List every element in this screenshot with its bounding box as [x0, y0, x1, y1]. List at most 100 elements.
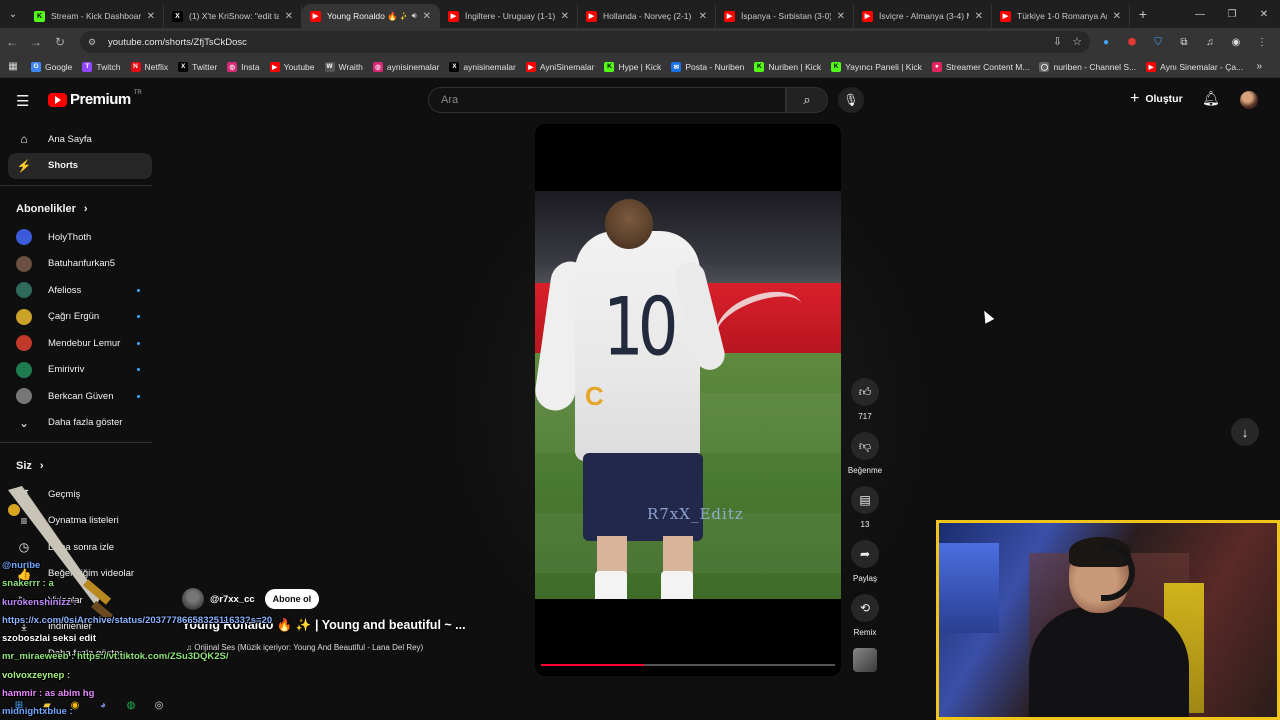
- subscription-item[interactable]: Berkcan Güven: [8, 383, 152, 410]
- restore-icon[interactable]: ❐: [1216, 0, 1248, 28]
- bookmark-item[interactable]: K Nuriben | Kick: [749, 61, 826, 72]
- browser-tab[interactable]: ▶ Türkiye 1-0 Romanya Ana ✕: [992, 4, 1130, 28]
- close-tab-icon[interactable]: ✕: [1113, 11, 1121, 22]
- bookmark-item[interactable]: K Hype | Kick: [599, 61, 666, 72]
- close-tab-icon[interactable]: ✕: [975, 11, 983, 22]
- remix-button[interactable]: ⟲: [851, 594, 879, 622]
- bookmark-item[interactable]: ✉ Posta - Nuriben: [666, 61, 749, 72]
- video-progress-bar[interactable]: [541, 664, 835, 666]
- comment-count: 13: [860, 520, 870, 529]
- extension-icon[interactable]: ●: [1100, 36, 1112, 48]
- reload-icon[interactable]: ↻: [48, 28, 72, 56]
- voice-search-button[interactable]: 🎙: [838, 87, 864, 113]
- next-short-button[interactable]: ↓: [1231, 418, 1259, 446]
- browser-tab[interactable]: ▶ İngiltere - Uruguay (1-1) Ma ✕: [440, 4, 578, 28]
- bookmark-item[interactable]: ◎ Insta: [222, 61, 264, 72]
- bookmark-item[interactable]: X Twitter: [173, 61, 222, 72]
- hamburger-menu-icon[interactable]: ☰: [16, 92, 29, 110]
- close-window-icon[interactable]: ✕: [1248, 0, 1280, 28]
- subscription-item[interactable]: Afelioss: [8, 277, 152, 304]
- site-info-icon[interactable]: ⚙: [88, 37, 102, 48]
- bookmark-item[interactable]: N Netflix: [126, 61, 174, 72]
- bookmark-label: Netflix: [144, 61, 169, 72]
- close-tab-icon[interactable]: ✕: [423, 11, 431, 22]
- close-tab-icon[interactable]: ✕: [837, 11, 845, 22]
- bookmark-item[interactable]: G Google: [26, 61, 77, 72]
- wraith-icon: W: [324, 61, 335, 72]
- subscription-item[interactable]: Çağrı Ergün: [8, 304, 152, 331]
- speaker-icon[interactable]: 🔊︎: [412, 11, 417, 21]
- you-header[interactable]: Siz ›: [8, 451, 152, 481]
- sidebar-item-shorts[interactable]: ⚡ Shorts: [8, 152, 152, 179]
- thumbs-up-icon: 👍︎: [858, 384, 872, 399]
- tab-search-icon[interactable]: ⌄: [0, 0, 26, 28]
- browser-tab[interactable]: ▶ Hollanda - Norveç (2-1) Maç ✕: [578, 4, 716, 28]
- sound-thumbnail[interactable]: [853, 648, 877, 672]
- profile-icon[interactable]: ◉: [1230, 36, 1242, 48]
- bookmark-item[interactable]: ▶ Youtube: [265, 61, 320, 72]
- chevron-right-icon[interactable]: »: [1256, 61, 1262, 72]
- new-content-dot: [137, 341, 140, 345]
- subscriptions-header[interactable]: Abonelikler ›: [8, 194, 152, 224]
- progress-fill: [541, 664, 644, 666]
- bookmark-item[interactable]: ◎ aynisinemalar: [368, 61, 444, 72]
- bookmark-item[interactable]: Xaynisinemalar: [444, 61, 520, 72]
- browser-tab[interactable]: ▶ İsviçre - Almanya (3-4) Maç ✕: [854, 4, 992, 28]
- x-icon: X: [449, 61, 460, 72]
- search-input[interactable]: Ara: [428, 87, 786, 113]
- extension-icon[interactable]: ⬢: [1126, 36, 1138, 48]
- bookmark-item[interactable]: ● Streamer Content M...: [927, 61, 1035, 72]
- avatar[interactable]: [1240, 91, 1258, 109]
- browser-tab[interactable]: K Stream - Kick Dashboard ✕: [26, 4, 164, 28]
- bookmark-star-icon[interactable]: ☆: [1072, 35, 1082, 48]
- discord-icon[interactable]: ◕: [94, 696, 112, 714]
- search-button[interactable]: ⌕: [786, 87, 828, 113]
- bookmark-item[interactable]: ◯ nuriben - Channel S...: [1034, 61, 1141, 72]
- media-control-icon[interactable]: ♫: [1204, 36, 1216, 48]
- subscription-item[interactable]: Mendebur Lemur: [8, 330, 152, 357]
- new-tab-button[interactable]: +: [1130, 6, 1156, 22]
- bookmark-item[interactable]: K Yayıncı Paneli | Kick: [826, 61, 927, 72]
- back-icon[interactable]: ←: [0, 28, 24, 56]
- bookmark-item[interactable]: T Twitch: [77, 61, 125, 72]
- video-frame[interactable]: 10 C R7xX_Editz: [535, 191, 841, 599]
- browser-tab[interactable]: X (1) X'te KriSnow: "edit tay ✕: [164, 4, 302, 28]
- forward-icon[interactable]: →: [24, 28, 48, 56]
- close-tab-icon[interactable]: ✕: [147, 11, 155, 22]
- close-tab-icon[interactable]: ✕: [561, 11, 569, 22]
- subscription-item[interactable]: HolyThoth: [8, 224, 152, 251]
- bookmark-item[interactable]: ▶ Aynı Sinemalar - Ça...: [1141, 61, 1248, 72]
- sidebar-item-ana-sayfa[interactable]: ⌂ Ana Sayfa: [8, 126, 152, 153]
- dislike-button[interactable]: 👎︎: [851, 432, 879, 460]
- puzzle-icon[interactable]: ⧉: [1178, 36, 1190, 48]
- minimize-icon[interactable]: —: [1184, 0, 1216, 28]
- shorts-player[interactable]: 10 C R7xX_Editz: [535, 124, 841, 676]
- notifications-bell-icon[interactable]: 🔔︎: [1202, 90, 1220, 107]
- close-tab-icon[interactable]: ✕: [285, 11, 293, 22]
- browser-tab[interactable]: ▶ Young Ronaldo 🔥 ✨ 🔊︎ ✕: [302, 4, 440, 28]
- file-explorer-icon[interactable]: ▰: [38, 696, 56, 714]
- close-tab-icon[interactable]: ✕: [699, 11, 707, 22]
- share-button[interactable]: ➦: [851, 540, 879, 568]
- create-button[interactable]: + Oluştur: [1130, 90, 1183, 108]
- subscription-label: Afelioss: [48, 284, 82, 296]
- browser-tab[interactable]: ▶ İspanya - Sırbistan (3-0) Maç ✕: [716, 4, 854, 28]
- subscription-item[interactable]: Batuhanfurkan5: [8, 251, 152, 278]
- apps-grid-icon[interactable]: ▦: [0, 61, 26, 72]
- bookmark-item[interactable]: ▶ AyniSinemalar: [521, 61, 600, 72]
- show-more-subscriptions[interactable]: ⌄ Daha fazla göster: [8, 410, 152, 437]
- like-button[interactable]: 👍︎: [851, 378, 879, 406]
- chrome-icon[interactable]: ◉: [66, 696, 84, 714]
- obs-icon[interactable]: ◎: [150, 696, 168, 714]
- spotify-icon[interactable]: ◍: [122, 696, 140, 714]
- bookmark-item[interactable]: W Wraith: [320, 61, 368, 72]
- install-app-icon[interactable]: ⇩: [1053, 35, 1062, 48]
- youtube-logo[interactable]: Premium TR: [48, 90, 142, 108]
- address-bar[interactable]: ⚙ youtube.com/shorts/ZfjTsCkDosc ⇩ ☆: [80, 31, 1090, 53]
- windows-start-icon[interactable]: ⊞: [10, 696, 28, 714]
- subscription-item[interactable]: Emirivriv: [8, 357, 152, 384]
- chat-message: szoboszlai seksi edit: [2, 633, 96, 645]
- menu-kebab-icon[interactable]: ⋮: [1256, 36, 1268, 48]
- comment-button[interactable]: ▤: [851, 486, 879, 514]
- shield-icon[interactable]: ⛉: [1152, 36, 1164, 48]
